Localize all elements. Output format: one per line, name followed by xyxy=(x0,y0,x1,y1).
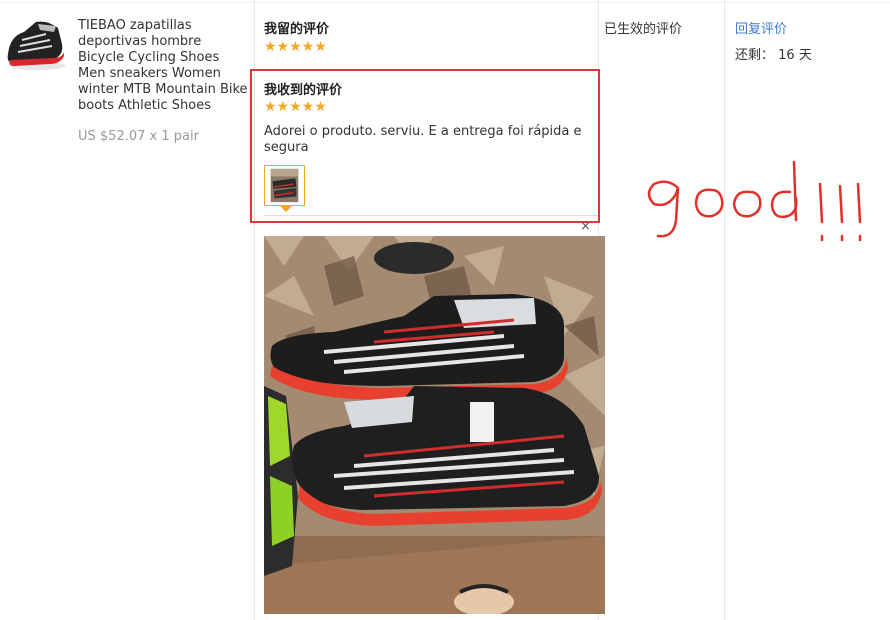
thumbnail-pointer xyxy=(280,206,292,212)
remaining-days: 还剩： 16 天 xyxy=(735,44,812,63)
product-price: US $52.07 x 1 pair xyxy=(78,129,199,144)
remaining-value: 16 天 xyxy=(778,48,812,63)
received-review-heading: 我收到的评价 xyxy=(264,83,343,98)
preview-divider xyxy=(264,215,598,216)
my-review-heading: 我留的评价 xyxy=(264,22,330,37)
review-status: 已生效的评价 xyxy=(604,22,683,37)
handwritten-annotation xyxy=(647,160,862,242)
review-photo-preview[interactable] xyxy=(264,236,605,614)
received-review-text: Adorei o produto. serviu. E a entrega fo… xyxy=(264,124,582,155)
product-title[interactable]: TIEBAO zapatillas deportivas hombre Bicy… xyxy=(78,18,250,114)
received-review-stars: ★★★★★ xyxy=(264,99,327,115)
remaining-label: 还剩： xyxy=(735,48,775,63)
top-divider xyxy=(0,2,890,3)
my-review-stars: ★★★★★ xyxy=(264,39,327,55)
review-photo-thumbnail[interactable] xyxy=(264,165,305,206)
reply-review-link[interactable]: 回复评价 xyxy=(735,18,787,37)
column-divider xyxy=(724,0,725,620)
product-thumbnail[interactable] xyxy=(2,14,68,72)
close-icon[interactable]: × xyxy=(580,219,591,234)
